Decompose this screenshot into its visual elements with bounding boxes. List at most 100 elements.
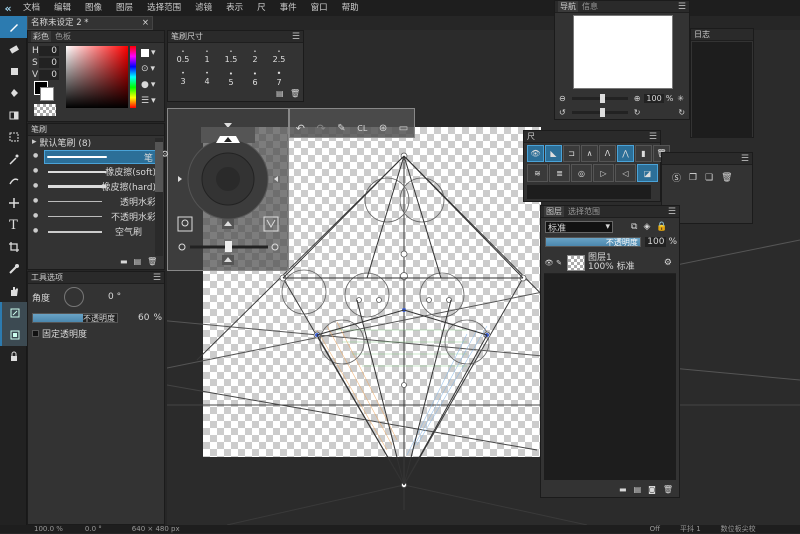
ruler-snap-icon[interactable]: ◣	[545, 145, 562, 162]
ruler-concentric-icon[interactable]: ≋	[527, 164, 548, 182]
ruler-perspective-icon[interactable]: ⋀	[617, 145, 634, 162]
brush-size-option[interactable]: • 4	[195, 67, 219, 89]
selection-pen-icon[interactable]	[0, 170, 27, 192]
brush-size-option[interactable]: • 0.5	[171, 45, 195, 67]
add-size-icon[interactable]: ▤	[276, 89, 284, 98]
new-layer-icon[interactable]: ▤	[634, 485, 642, 494]
color-mode-dot-icon[interactable]: ● ▾	[141, 77, 163, 93]
tab-layer[interactable]: 图层	[544, 206, 564, 217]
color-mode-square-icon[interactable]: ▾	[141, 45, 163, 61]
move-tool-icon[interactable]	[0, 192, 27, 214]
close-icon[interactable]: ×	[139, 17, 149, 29]
undo-icon[interactable]: ↶	[296, 122, 305, 135]
ruler-3point-icon[interactable]: ◪	[637, 164, 658, 182]
tab-navigator[interactable]: 导航	[558, 1, 578, 12]
ruler-mode-icon[interactable]	[0, 302, 27, 324]
ruler-circle-icon[interactable]: ◎	[571, 164, 592, 182]
tab-selection[interactable]: 选择范围	[568, 206, 600, 217]
layer-stack-icon[interactable]: ◈	[643, 222, 650, 232]
menu-selection[interactable]: 选择范围	[140, 0, 188, 16]
color-mode-circle-icon[interactable]: ⊙ ▾	[141, 61, 163, 77]
fill-tool-icon[interactable]	[0, 82, 27, 104]
rotate-right-icon[interactable]: ↻	[634, 108, 641, 117]
color-menu-icon[interactable]: ☰ ▾	[141, 93, 163, 109]
ruler-2point-icon[interactable]: ◁	[615, 164, 636, 182]
ruler-visible-icon[interactable]: 👁	[527, 145, 544, 162]
eyedropper-icon[interactable]	[0, 258, 27, 280]
opacity-slider[interactable]: 不透明度	[32, 313, 118, 323]
opacity-value[interactable]: 60	[138, 313, 149, 323]
layer-gear-icon[interactable]: ⚙	[664, 258, 672, 268]
clear-icon[interactable]: CL	[357, 124, 367, 133]
pen-tool-icon[interactable]	[0, 16, 27, 38]
app-logo-icon[interactable]: «	[0, 0, 16, 16]
panel-menu-icon[interactable]: ☰	[668, 207, 676, 217]
menu-ruler[interactable]: 尺	[250, 0, 273, 16]
menu-image[interactable]: 图像	[78, 0, 109, 16]
rotate-wheel[interactable]	[168, 109, 290, 272]
blend-mode-select[interactable]: 标准 ▾	[545, 221, 613, 234]
document-tab[interactable]: 名称未设定 2 * ×	[27, 16, 153, 30]
brush-item[interactable]: 不透明水彩	[44, 209, 156, 224]
delete-layer-icon[interactable]: 🗑	[663, 485, 673, 494]
snap-icon[interactable]: ⊛	[379, 123, 387, 134]
panel-menu-icon[interactable]: ☰	[678, 2, 686, 12]
shape-tool-icon[interactable]	[0, 60, 27, 82]
material-copy-icon[interactable]: ❐	[689, 173, 697, 183]
menu-window[interactable]: 窗口	[304, 0, 335, 16]
menu-file[interactable]: 文档	[16, 0, 47, 16]
redo-icon[interactable]: ↷	[317, 122, 326, 135]
ruler-parallel-icon[interactable]: ∧	[581, 145, 598, 162]
brush-size-option[interactable]: • 6	[243, 67, 267, 89]
panel-menu-icon[interactable]: ☰	[649, 132, 657, 142]
brush-item[interactable]: 空气刷	[44, 224, 156, 239]
transparent-color-swatch[interactable]	[34, 104, 56, 116]
crop-tool-icon[interactable]	[0, 236, 27, 258]
layer-edit-icon[interactable]: ✎	[554, 259, 564, 267]
brush-size-option[interactable]: • 2.5	[267, 45, 291, 67]
v-value[interactable]: 0	[39, 69, 59, 80]
material-stack-icon[interactable]: ❏	[705, 173, 713, 183]
layer-mask-icon[interactable]: ◙	[648, 485, 656, 494]
keep-opacity-checkbox[interactable]	[32, 329, 39, 337]
window-icon[interactable]: ▭	[399, 123, 408, 134]
panel-menu-icon[interactable]: ☰	[292, 32, 300, 42]
status-off[interactable]: Off	[650, 525, 660, 533]
menu-filter[interactable]: 滤镜	[188, 0, 219, 16]
brush-item[interactable]: 橡皮擦(soft)	[44, 164, 156, 179]
layer-opacity-value[interactable]: 100	[644, 237, 667, 247]
menu-edit[interactable]: 编辑	[47, 0, 78, 16]
select-tool-icon[interactable]	[0, 126, 27, 148]
layer-clip-icon[interactable]: ⧉	[631, 222, 637, 232]
brush-size-option[interactable]: • 7	[267, 67, 291, 89]
material-s-icon[interactable]: Ⓢ	[672, 171, 681, 184]
menu-event[interactable]: 事件	[273, 0, 304, 16]
ruler-copy-icon[interactable]: ▮	[635, 145, 652, 162]
color-square-picker[interactable]	[66, 46, 128, 108]
hue-slider[interactable]	[130, 46, 136, 108]
menu-layer[interactable]: 图层	[109, 0, 140, 16]
menu-help[interactable]: 帮助	[335, 0, 366, 16]
fit-icon[interactable]: ✳	[677, 94, 684, 103]
brush-size-option[interactable]: • 2	[243, 45, 267, 67]
brush-size-option[interactable]: • 1	[195, 45, 219, 67]
delete-brush-icon[interactable]: 🗑	[147, 257, 157, 266]
brush-folder-icon[interactable]: ▬	[120, 257, 128, 266]
tab-color[interactable]: 彩色	[31, 31, 51, 42]
s-value[interactable]: 0	[39, 57, 59, 68]
brush-size-option[interactable]: • 5	[219, 67, 243, 89]
new-brush-icon[interactable]: ▤	[134, 257, 142, 266]
zoom-value[interactable]: 100	[644, 93, 664, 103]
ruler-vanish-icon[interactable]: Λ	[599, 145, 616, 162]
brush-size-option[interactable]: • 1.5	[219, 45, 243, 67]
delete-size-icon[interactable]: 🗑	[290, 89, 300, 98]
brush-group[interactable]: ▸ 默认笔刷 (8)	[28, 136, 164, 149]
text-tool-icon[interactable]: T	[0, 214, 27, 236]
zoom-in-icon[interactable]: ⊕	[634, 94, 641, 103]
eraser-tool-icon[interactable]	[0, 38, 27, 60]
rotate-left-icon[interactable]: ↺	[559, 108, 566, 117]
layer-folder-icon[interactable]: ▬	[619, 485, 627, 494]
h-value[interactable]: 0	[39, 45, 59, 56]
menu-view[interactable]: 表示	[219, 0, 250, 16]
tab-swatch[interactable]: 色板	[55, 31, 71, 42]
